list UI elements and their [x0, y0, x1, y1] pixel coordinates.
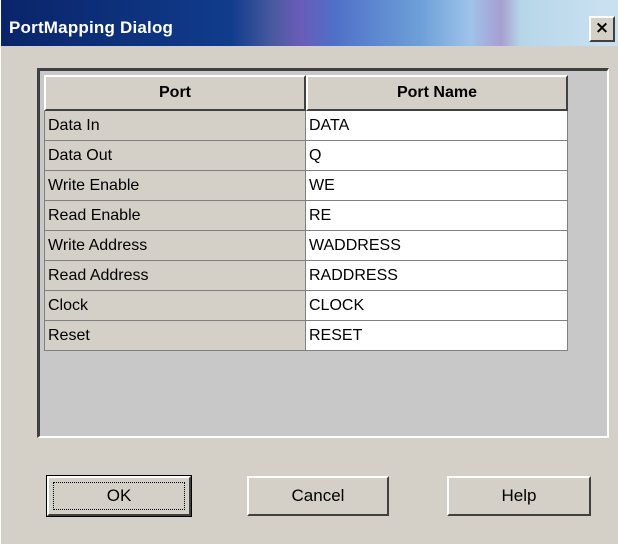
port-cell[interactable]: Write Enable [44, 171, 306, 201]
close-icon: × [594, 18, 610, 38]
port-name-cell[interactable]: WE [306, 171, 568, 201]
port-name-cell[interactable]: RE [306, 201, 568, 231]
port-name-cell[interactable]: DATA [306, 111, 568, 141]
port-name-cell[interactable]: Q [306, 141, 568, 171]
port-mapping-dialog: PortMapping Dialog × Port Port Name Data… [0, 0, 618, 544]
help-button-label: Help [501, 486, 537, 505]
title-bar[interactable]: PortMapping Dialog × [1, 0, 618, 46]
close-button[interactable]: × [589, 16, 615, 42]
port-cell[interactable]: Data In [44, 111, 306, 141]
ok-button[interactable]: OK [46, 475, 192, 517]
cancel-button-label: Cancel [291, 486, 345, 505]
table-row: Read Enable RE [44, 201, 568, 231]
table-row: Data Out Q [44, 141, 568, 171]
column-header-port[interactable]: Port [44, 75, 306, 111]
column-header-port-name[interactable]: Port Name [306, 75, 568, 111]
table-row: Clock CLOCK [44, 291, 568, 321]
port-name-cell[interactable]: RESET [306, 321, 568, 351]
table-row: Data In DATA [44, 111, 568, 141]
port-cell[interactable]: Write Address [44, 231, 306, 261]
port-cell[interactable]: Clock [44, 291, 306, 321]
port-mapping-grid-panel: Port Port Name Data In DATA Data Out Q W… [37, 68, 609, 438]
port-cell[interactable]: Read Enable [44, 201, 306, 231]
window-title: PortMapping Dialog [9, 18, 174, 37]
port-cell[interactable]: Read Address [44, 261, 306, 291]
help-button[interactable]: Help [447, 476, 591, 516]
focus-rectangle [53, 482, 185, 510]
port-name-cell[interactable]: RADDRESS [306, 261, 568, 291]
cancel-button[interactable]: Cancel [247, 476, 389, 516]
table-row: Write Enable WE [44, 171, 568, 201]
table-row: Read Address RADDRESS [44, 261, 568, 291]
table-row: Reset RESET [44, 321, 568, 351]
port-cell[interactable]: Data Out [44, 141, 306, 171]
table-row: Write Address WADDRESS [44, 231, 568, 261]
port-cell[interactable]: Reset [44, 321, 306, 351]
port-name-cell[interactable]: CLOCK [306, 291, 568, 321]
port-name-cell[interactable]: WADDRESS [306, 231, 568, 261]
